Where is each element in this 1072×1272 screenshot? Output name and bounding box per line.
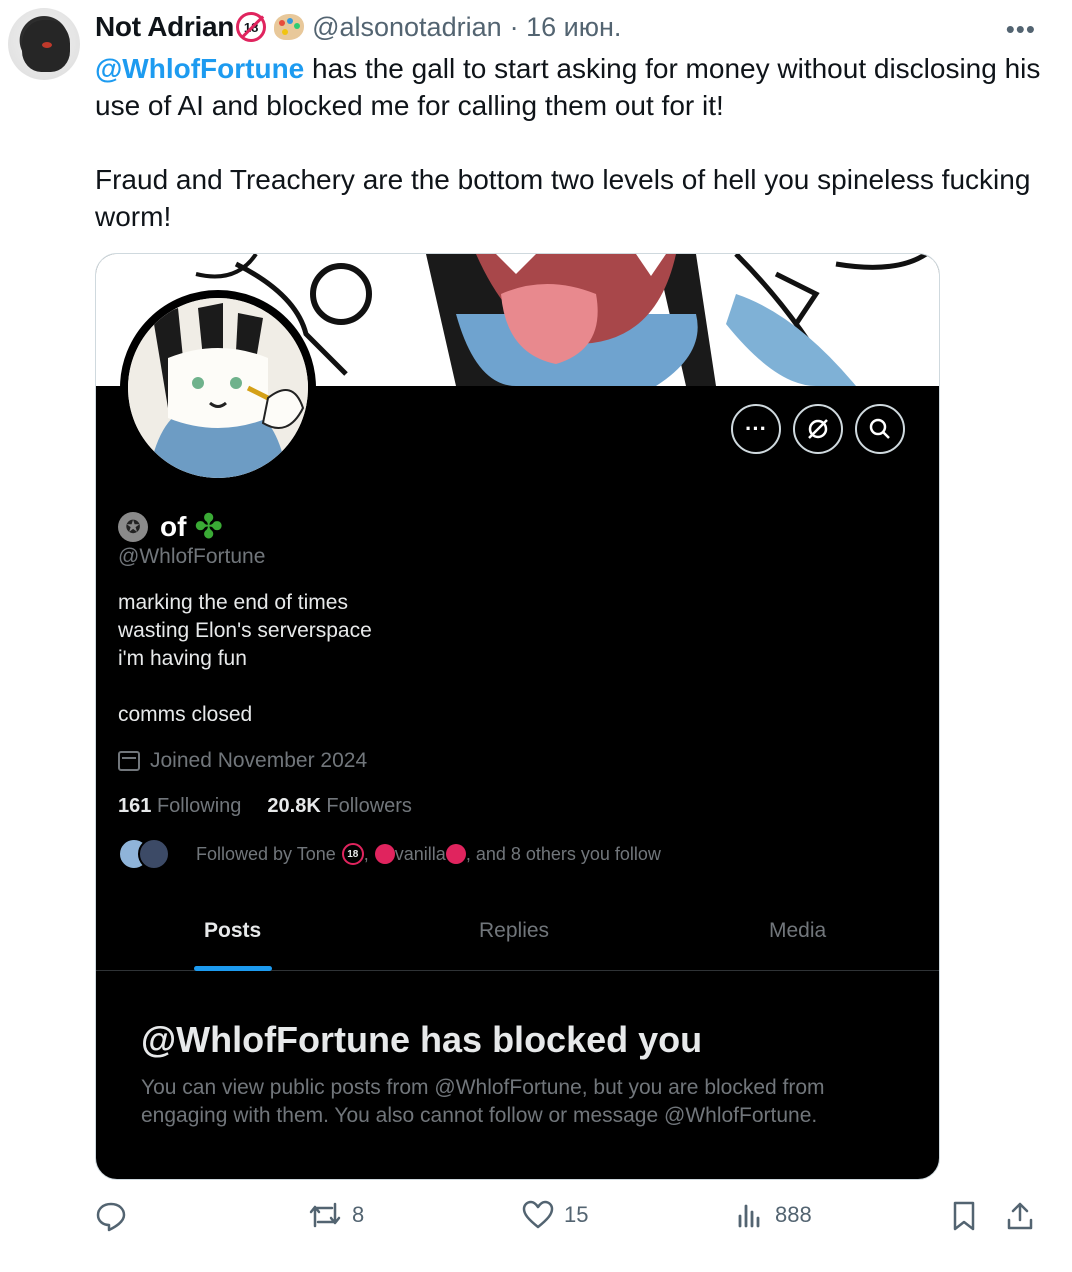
followers-count: 20.8K — [267, 795, 321, 817]
reply-button[interactable] — [95, 1200, 137, 1232]
views-button[interactable]: 888 — [735, 1200, 812, 1230]
tab-posts[interactable]: Posts — [204, 919, 261, 943]
retweet-icon — [309, 1202, 341, 1228]
author-handle[interactable]: @alsonotadrian — [312, 12, 502, 43]
tab-replies[interactable]: Replies — [479, 919, 549, 943]
adult-content-icon: 18 — [341, 843, 364, 865]
profile-bio: marking the end of times wasting Elon's … — [118, 589, 372, 729]
flower-icon — [445, 844, 466, 864]
follower-avatar — [138, 838, 170, 870]
tweet-text-line2: Fraud and Treachery are the bottom two l… — [95, 164, 1031, 232]
tab-media[interactable]: Media — [769, 919, 826, 943]
joined-date: Joined November 2024 — [118, 749, 367, 773]
profile-search-button[interactable] — [855, 404, 905, 454]
views-count: 888 — [775, 1202, 812, 1227]
bio-line: marking the end of times — [118, 591, 348, 614]
bio-line: comms closed — [118, 703, 253, 726]
retweet-count: 8 — [352, 1202, 365, 1227]
profile-more-button[interactable]: ··· — [731, 404, 781, 454]
following-label: Following — [156, 795, 242, 817]
profile-tabs: Posts Replies Media — [96, 909, 939, 971]
like-button[interactable]: 15 — [522, 1200, 588, 1230]
grok-icon[interactable] — [793, 404, 843, 454]
tweet-date[interactable]: · 16 июн. — [510, 12, 622, 43]
active-tab-indicator — [194, 966, 272, 971]
followed-by-suffix: , and 8 others you follow — [465, 843, 661, 864]
profile-handle: @WhlofFortune — [118, 545, 266, 568]
tweet-header: Not Adrian 18 @alsonotadrian · 16 июн. — [95, 10, 621, 44]
calendar-icon — [118, 751, 140, 771]
followers-stat[interactable]: 20.8K Followers — [267, 795, 412, 818]
reply-icon — [96, 1202, 126, 1232]
mention-link[interactable]: @WhlofFortune — [95, 53, 304, 84]
blocked-title: @WhlofFortune has blocked you — [141, 1019, 703, 1060]
views-chart-icon — [738, 1204, 760, 1228]
profile-display-name: ✪ of ✤ — [118, 507, 223, 547]
more-options-icon[interactable]: ••• — [1006, 14, 1036, 45]
following-count: 161 — [118, 795, 152, 817]
palette-icon — [274, 14, 305, 40]
bio-line: i'm having fun — [118, 647, 247, 670]
retweet-button[interactable]: 8 — [308, 1200, 364, 1230]
bookmark-button[interactable] — [950, 1200, 978, 1232]
bio-line: wasting Elon's serverspace — [118, 619, 372, 642]
clover-icon: ✤ — [194, 508, 223, 546]
profile-avatar-art — [128, 298, 308, 478]
bio-line — [118, 673, 372, 701]
blocked-message: You can view public posts from @WhlofFor… — [141, 1076, 825, 1127]
profile-avatar[interactable] — [120, 290, 316, 486]
tweet-actions: 8 15 888 — [95, 1200, 1045, 1244]
share-icon — [1007, 1202, 1033, 1230]
heart-icon — [522, 1200, 554, 1229]
followed-by-name: vanilla — [394, 843, 446, 864]
flower-icon — [374, 844, 395, 864]
author-name[interactable]: Not Adrian — [95, 11, 234, 43]
followed-by-separator: , — [363, 843, 369, 864]
share-button[interactable] — [1005, 1200, 1035, 1232]
avatar-eye — [42, 42, 52, 48]
adult-content-icon: 18 — [236, 12, 267, 42]
tweet-text: @WhlofFortune has the gall to start aski… — [95, 50, 1045, 235]
like-count: 15 — [564, 1202, 589, 1227]
bookmark-icon — [953, 1201, 975, 1231]
profile-stats: 161 Following 20.8K Followers — [118, 795, 412, 818]
profile-name-text: of — [160, 511, 187, 542]
followers-label: Followers — [326, 795, 412, 817]
followed-by[interactable]: Followed by Tone 18 , vanilla , and 8 ot… — [118, 838, 661, 870]
author-avatar[interactable] — [8, 8, 80, 80]
following-stat[interactable]: 161 Following — [118, 795, 241, 818]
pentagram-icon: ✪ — [118, 512, 148, 542]
joined-text: Joined November 2024 — [150, 749, 368, 772]
followed-by-text: Followed by Tone — [196, 843, 336, 864]
tweet-media-image[interactable]: ··· ✪ of ✤ @WhlofFortune marking the end… — [95, 253, 940, 1180]
